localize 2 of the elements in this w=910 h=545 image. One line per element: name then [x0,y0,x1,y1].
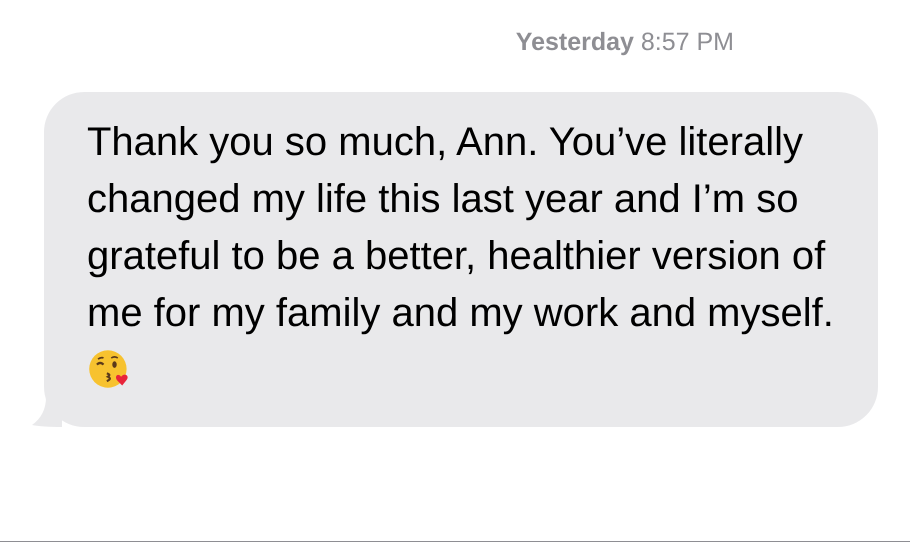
message-text: Thank you so much, Ann. You’ve literally changed my life this last year and I’m so grateful to be a better, healthier version of me for my family and my work and myself. [87,114,838,399]
message-timestamp: Yesterday 8:57 PM [516,28,734,58]
